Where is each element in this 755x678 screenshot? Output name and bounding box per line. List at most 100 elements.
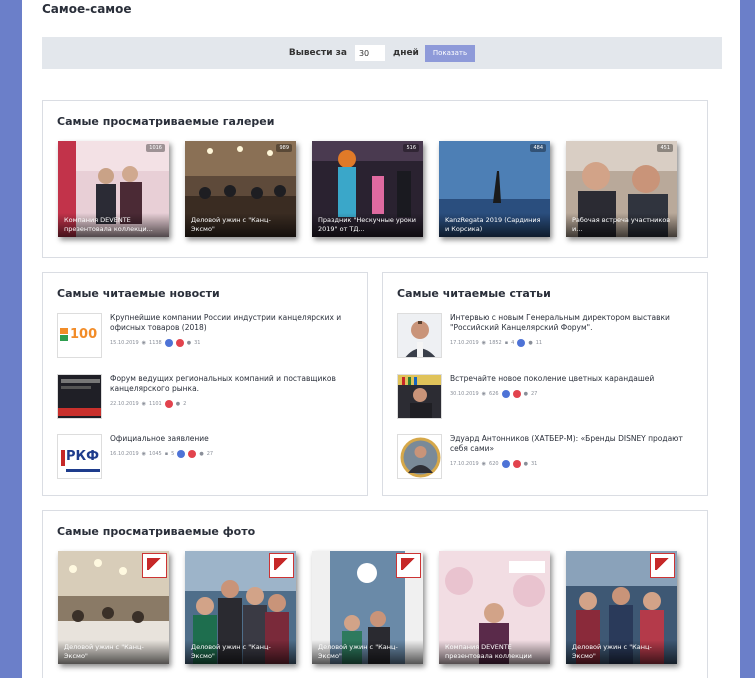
- news-date: 15.10.2019: [110, 340, 139, 346]
- news-date: 22.10.2019: [110, 401, 139, 407]
- photo-caption: Деловой ужин с "Канц-Эксмо": [566, 640, 677, 664]
- news-date: 16.10.2019: [110, 451, 139, 457]
- brand-logo-icon: [269, 553, 294, 578]
- top-galleries-title: Самые просматриваемые галереи: [57, 115, 275, 128]
- like-reaction-icon: [164, 339, 173, 347]
- like-reaction-icon: [501, 390, 510, 398]
- page-title: Самое-самое: [42, 2, 132, 16]
- article-item[interactable]: Эдуард Антонников (ХАТБЕР-М): «Бренды DI…: [397, 434, 687, 484]
- news-likes: 31: [194, 340, 201, 346]
- top-photos-panel: Самые просматриваемые фото Деловой ужин …: [42, 510, 708, 678]
- filter-label-suffix: дней: [392, 48, 419, 58]
- photo-card[interactable]: Деловой ужин с "Канц-Эксмо": [566, 551, 677, 664]
- news-views: 1101: [149, 401, 162, 407]
- eye-icon: ◉: [141, 401, 147, 407]
- heart-reaction-icon: [512, 390, 521, 398]
- article-image-pencils: [398, 375, 441, 418]
- news-title[interactable]: Крупнейшие компании России индустрии кан…: [110, 313, 350, 333]
- article-date: 17.10.2019: [450, 340, 479, 346]
- gallery-card[interactable]: 516 Праздник "Нескучные уроки 2019" от Т…: [312, 141, 423, 237]
- article-image-round-portrait: [398, 435, 441, 478]
- article-likes: 31: [530, 461, 538, 467]
- article-title[interactable]: Интервью с новым Генеральным директором …: [450, 313, 690, 333]
- article-comments: 4: [511, 340, 515, 346]
- news-thumbnail-text: РКФ: [66, 449, 100, 464]
- article-meta: 17.10.2019 ◉ 620 ● 31: [450, 460, 537, 468]
- article-likes: 11: [535, 340, 543, 346]
- news-meta: 16.10.2019 ◉ 1045 ▪ 5 ● 27: [110, 450, 213, 458]
- eye-icon: ◉: [481, 391, 487, 397]
- gallery-card[interactable]: 484 KanzRegata 2019 (Сардиния и Корсика): [439, 141, 550, 237]
- top-photos-title: Самые просматриваемые фото: [57, 525, 256, 538]
- days-input[interactable]: [354, 45, 385, 61]
- period-filter-bar: Вывести за дней Показать: [42, 37, 722, 69]
- heart-reaction-icon: [175, 339, 184, 347]
- article-views: 1852: [489, 340, 502, 346]
- comment-icon: ▪: [164, 451, 169, 457]
- photo-caption: Компания DEVENTE презентовала коллекции: [439, 640, 550, 664]
- news-item[interactable]: 100 Крупнейшие компании России индустрии…: [57, 313, 347, 363]
- main-page: Самое-самое Вывести за дней Показать Сам…: [22, 0, 740, 678]
- news-meta: 15.10.2019 ◉ 1138 ● 31: [110, 339, 201, 347]
- photo-card[interactable]: Деловой ужин с "Канц-Эксмо": [312, 551, 423, 664]
- news-likes: 2: [183, 401, 187, 407]
- top-articles-panel: Самые читаемые статьи Интервью с новым Г…: [382, 272, 708, 496]
- gallery-views-count: 451: [657, 144, 673, 152]
- heart-reaction-icon: [164, 400, 173, 408]
- top-galleries-panel: Самые просматриваемые галереи 1016 Компа…: [42, 100, 708, 258]
- gallery-caption: Праздник "Нескучные уроки 2019" от ТД...: [312, 213, 423, 237]
- news-thumbnail: 100: [57, 313, 102, 358]
- top-news-panel: Самые читаемые новости 100 Крупнейшие ко…: [42, 272, 368, 496]
- gallery-card[interactable]: 451 Рабочая встреча участников и...: [566, 141, 677, 237]
- like-reaction-icon: [177, 450, 186, 458]
- like-reaction-icon: [517, 339, 526, 347]
- brand-logo-icon: [396, 553, 421, 578]
- gallery-caption: KanzRegata 2019 (Сардиния и Корсика): [439, 213, 550, 237]
- article-date: 30.10.2019: [450, 391, 479, 397]
- news-comments: 5: [171, 451, 175, 457]
- like-reaction-icon: [501, 460, 510, 468]
- photo-card[interactable]: Деловой ужин с "Канц-Эксмо": [185, 551, 296, 664]
- article-item[interactable]: Интервью с новым Генеральным директором …: [397, 313, 687, 363]
- article-views: 626: [489, 391, 499, 397]
- article-date: 17.10.2019: [450, 461, 479, 467]
- news-views: 1138: [149, 340, 162, 346]
- eye-icon: ◉: [141, 451, 147, 457]
- user-icon: ●: [186, 340, 192, 346]
- top-articles-title: Самые читаемые статьи: [397, 287, 551, 300]
- gallery-card[interactable]: 1016 Компания DEVENTE презентовала колле…: [58, 141, 169, 237]
- article-item[interactable]: Встречайте новое поколение цветных каран…: [397, 374, 687, 424]
- gallery-views-count: 1016: [146, 144, 165, 152]
- gallery-caption: Компания DEVENTE презентовала коллекци..…: [58, 213, 169, 237]
- brand-logo-icon: [650, 553, 675, 578]
- article-image-portrait: [398, 314, 441, 357]
- eye-icon: ◉: [481, 461, 487, 467]
- user-icon: ●: [528, 340, 533, 346]
- article-thumbnail: [397, 374, 442, 419]
- gallery-views-count: 484: [530, 144, 546, 152]
- article-meta: 30.10.2019 ◉ 626 ● 27: [450, 390, 537, 398]
- article-title[interactable]: Эдуард Антонников (ХАТБЕР-М): «Бренды DI…: [450, 434, 690, 454]
- news-title[interactable]: Официальное заявление: [110, 434, 350, 444]
- filter-label-prefix: Вывести за: [288, 48, 347, 58]
- article-views: 620: [489, 461, 499, 467]
- news-meta: 22.10.2019 ◉ 1101 ● 2: [110, 400, 186, 408]
- article-meta: 17.10.2019 ◉ 1852 ▪ 4 ● 11: [450, 339, 542, 347]
- user-icon: ●: [523, 391, 528, 397]
- show-button[interactable]: Показать: [424, 44, 476, 62]
- photo-caption: Деловой ужин с "Канц-Эксмо": [185, 640, 296, 664]
- gallery-card[interactable]: 989 Деловой ужин с "Канц-Эксмо": [185, 141, 296, 237]
- brand-logo-icon: [142, 553, 167, 578]
- gallery-views-count: 516: [403, 144, 419, 152]
- gallery-caption: Рабочая встреча участников и...: [566, 213, 677, 237]
- news-item[interactable]: Форум ведущих региональных компаний и по…: [57, 374, 347, 424]
- photo-card[interactable]: Деловой ужин с "Канц-Эксмо": [58, 551, 169, 664]
- news-item[interactable]: РКФ Официальное заявление 16.10.2019 ◉ 1…: [57, 434, 347, 484]
- photo-card[interactable]: Компания DEVENTE презентовала коллекции: [439, 551, 550, 664]
- photo-caption: Деловой ужин с "Канц-Эксмо": [58, 640, 169, 664]
- article-title[interactable]: Встречайте новое поколение цветных каран…: [450, 374, 690, 384]
- user-icon: ●: [523, 461, 528, 467]
- news-thumbnail: РКФ: [57, 434, 102, 479]
- eye-icon: ◉: [481, 340, 487, 346]
- news-title[interactable]: Форум ведущих региональных компаний и по…: [110, 374, 350, 394]
